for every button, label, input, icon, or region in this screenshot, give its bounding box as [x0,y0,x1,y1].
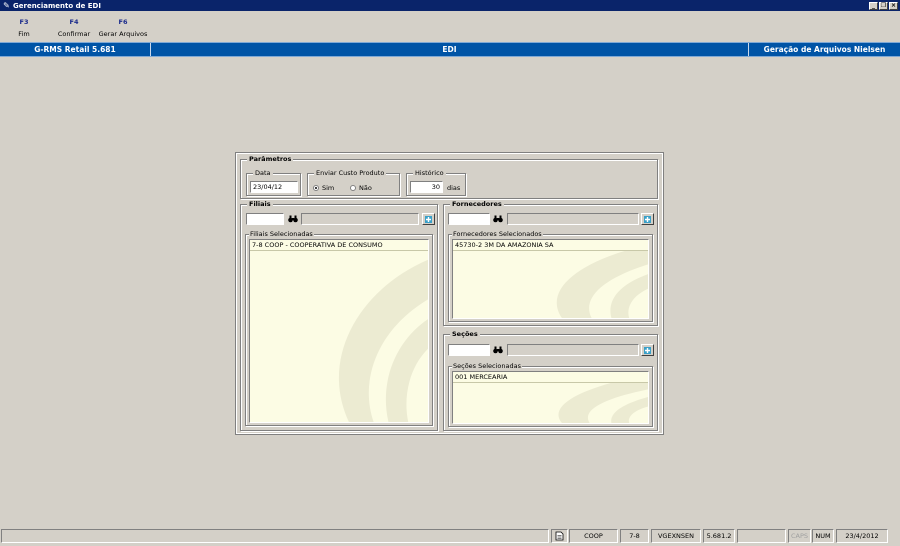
status-num: NUM [812,529,834,543]
binoculars-icon[interactable] [491,213,504,225]
function-key-toolbar: F3 Fim F4 Confirmar F6 Gerar Arquivos [0,12,900,42]
fornecedores-list[interactable]: 45730-2 3M DA AMAZONIA SA [452,239,649,319]
add-list-icon[interactable] [641,213,654,225]
module-header: G-RMS Retail 5.681 EDI Geração de Arquiv… [0,42,900,57]
list-item[interactable]: 001 MERCEARIA [453,372,648,383]
gerar-arquivos-label: Gerar Arquivos [98,30,148,38]
f4-key-label: F4 [69,18,79,26]
secoes-selecionadas-label: Seções Selecionadas [452,362,523,370]
sim-radio[interactable]: Sim [313,184,334,192]
secoes-list[interactable]: 001 MERCEARIA [452,371,649,424]
status-program: VGEXNSEN [651,529,701,543]
secoes-selecionadas-group: Seções Selecionadas 001 MERCEARIA [448,362,653,427]
add-list-icon[interactable] [641,344,654,356]
binoculars-icon[interactable] [491,344,504,356]
gerar-arquivos-button[interactable]: F6 Gerar Arquivos [97,12,149,38]
fornecedores-selecionados-group: Fornecedores Selecionados 45730-2 3M DA … [448,230,653,322]
secoes-code-input[interactable] [448,344,490,356]
close-icon[interactable]: × [889,1,898,10]
filiais-title: Filiais [247,200,273,208]
fornecedores-description-field [507,213,639,225]
fornecedores-code-input[interactable] [448,213,490,225]
product-version: G-RMS Retail 5.681 [0,43,151,56]
dias-label: dias [447,184,461,192]
historico-group: Histórico 30 dias [406,169,466,196]
minimize-icon[interactable]: _ [869,1,878,10]
sim-radio-dot[interactable] [313,185,319,191]
nao-label: Não [359,184,372,192]
parametros-group: Parâmetros Data 23/04/12 Enviar Custo Pr… [240,155,658,199]
window-title-bar: ✎ Gerenciamento de EDI _ ❐ × [0,0,900,11]
list-item[interactable]: 7-8 COOP - COOPERATIVA DE CONSUMO [250,240,428,251]
filiais-group: Filiais Filiais Selecionadas 7-8 COOP - … [240,200,438,431]
secoes-description-field [507,344,639,356]
status-caps: CAPS [788,529,811,543]
data-field[interactable]: 23/04/12 [250,181,298,193]
status-empty-panel [737,529,786,543]
restore-icon[interactable]: ❐ [879,1,888,10]
edi-dialog: Parâmetros Data 23/04/12 Enviar Custo Pr… [235,152,664,435]
edi-app-icon: ✎ [3,1,10,10]
status-message-panel [1,529,549,543]
data-group: Data 23/04/12 [246,169,301,196]
filiais-selecionadas-group: Filiais Selecionadas 7-8 COOP - COOPERAT… [245,230,433,426]
f3-key-label: F3 [19,18,29,26]
enviar-custo-group: Enviar Custo Produto Sim Não [307,169,400,196]
status-version: 5.681.2 [703,529,735,543]
filiais-code-input[interactable] [246,213,284,225]
screen-name: Geração de Arquivos Nielsen [763,45,886,54]
module-name: EDI [151,43,749,56]
list-item[interactable]: 45730-2 3M DA AMAZONIA SA [453,240,648,251]
filiais-selecionadas-label: Filiais Selecionadas [249,230,314,238]
parametros-title: Parâmetros [247,155,294,163]
filiais-description-field [301,213,419,225]
confirmar-label: Confirmar [57,30,91,38]
data-label: Data [253,169,273,177]
watermark-icon [556,244,648,318]
status-branch: 7-8 [620,529,649,543]
historico-field[interactable]: 30 [410,181,443,193]
confirmar-button[interactable]: F4 Confirmar [52,12,96,38]
status-date: 23/4/2012 [836,529,888,543]
secoes-title: Seções [450,330,480,338]
fornecedores-selecionados-label: Fornecedores Selecionados [452,230,543,238]
status-company: COOP [569,529,618,543]
sim-label: Sim [322,184,335,192]
watermark-icon [338,259,428,422]
binoculars-icon[interactable] [286,213,299,225]
document-icon[interactable] [551,529,568,543]
secoes-group: Seções Seções Selecionadas 001 MERCEARIA [443,330,658,431]
window-title: Gerenciamento de EDI [13,1,101,10]
fim-label: Fim [18,30,30,38]
nao-radio-dot[interactable] [350,185,356,191]
nao-radio[interactable]: Não [350,184,372,192]
fornecedores-group: Fornecedores Fornecedores Selecionados 4… [443,200,658,326]
historico-label: Histórico [413,169,446,177]
enviar-custo-label: Enviar Custo Produto [314,169,387,177]
fornecedores-title: Fornecedores [450,200,504,208]
add-list-icon[interactable] [422,213,435,225]
filiais-list[interactable]: 7-8 COOP - COOPERATIVA DE CONSUMO [249,239,429,423]
f6-key-label: F6 [118,18,128,26]
fim-button[interactable]: F3 Fim [8,12,40,38]
